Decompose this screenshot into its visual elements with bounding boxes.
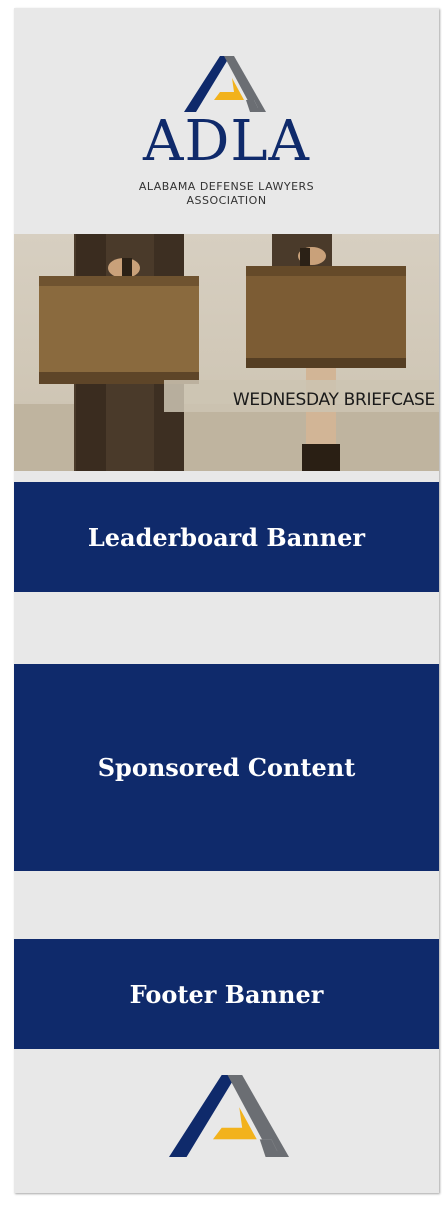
logo-subtitle: ALABAMA DEFENSE LAWYERS [138, 180, 315, 193]
logo-wordmark: ADLA [143, 109, 310, 174]
adla-logo-icon [184, 56, 266, 112]
briefcase-illustration [14, 234, 439, 471]
header: ADLA ALABAMA DEFENSE LAWYERS ASSOCIATION [14, 8, 439, 234]
footer-banner[interactable]: Footer Banner [14, 939, 439, 1049]
hero-caption: WEDNESDAY BRIEFCASE [232, 390, 435, 410]
leaderboard-banner[interactable]: Leaderboard Banner [14, 482, 439, 592]
sponsored-content[interactable]: Sponsored Content [14, 664, 439, 871]
newsletter-panel: ADLA ALABAMA DEFENSE LAWYERS ASSOCIATION [14, 8, 439, 1193]
logo-subtitle-2: ASSOCIATION [186, 194, 267, 207]
adla-footer-logo-icon [169, 1075, 289, 1157]
hero-image: WEDNESDAY BRIEFCASE [14, 234, 439, 471]
